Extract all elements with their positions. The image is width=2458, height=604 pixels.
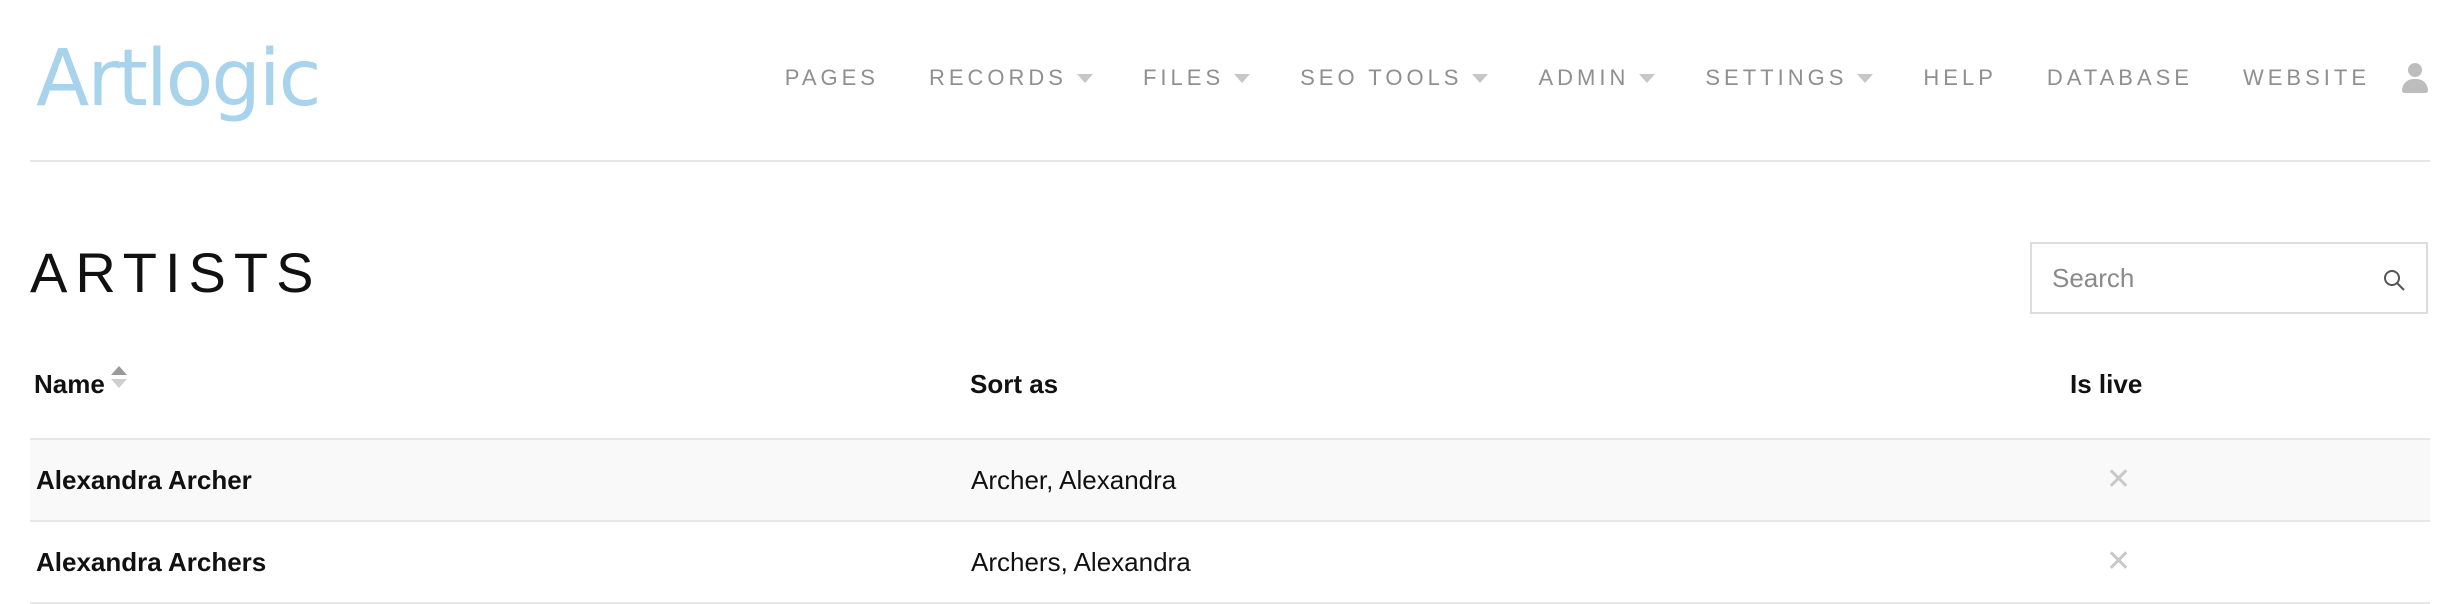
nav-label: RECORDS <box>928 65 1067 90</box>
header-divider <box>30 160 2430 162</box>
top-bar: Artlogic PAGES RECORDS FILES SEO TOOLS A… <box>0 0 2458 160</box>
nav-item-admin[interactable]: ADMIN <box>1538 65 1656 91</box>
nav-label: DATABASE <box>2046 65 2193 90</box>
artists-table: Name Sort as Is live Alexandra Archer Ar… <box>30 340 2430 604</box>
nav-label: HELP <box>1923 65 1997 90</box>
main-nav: PAGES RECORDS FILES SEO TOOLS ADMIN SETT… <box>735 52 2430 104</box>
search-box <box>2030 242 2428 314</box>
column-header-label: Name <box>34 369 105 399</box>
search-input[interactable] <box>2032 244 2382 312</box>
column-header-name[interactable]: Name <box>34 364 127 404</box>
user-icon-head <box>2408 63 2422 77</box>
is-live-cross-icon[interactable]: ✕ <box>2106 460 2131 500</box>
column-header-is-live[interactable]: Is live <box>2070 364 2142 404</box>
artist-name-cell[interactable]: Alexandra Archer <box>36 460 252 500</box>
nav-label: WEBSITE <box>2242 65 2370 90</box>
user-icon-body <box>2402 79 2428 93</box>
nav-item-records[interactable]: RECORDS <box>929 65 1093 91</box>
nav-item-seo-tools[interactable]: SEO TOOLS <box>1300 65 1489 91</box>
search-icon[interactable] <box>2382 268 2406 292</box>
user-icon[interactable] <box>2400 61 2430 95</box>
sort-up-icon <box>110 366 127 375</box>
nav-label: SETTINGS <box>1705 65 1848 90</box>
sort-down-icon <box>110 379 127 388</box>
artlogic-logo[interactable]: Artlogic <box>36 34 321 124</box>
nav-item-files[interactable]: FILES <box>1142 65 1251 91</box>
caret-down-icon <box>1234 73 1251 83</box>
nav-item-database[interactable]: DATABASE <box>2047 65 2193 91</box>
caret-down-icon <box>1076 73 1093 83</box>
column-header-sort-as[interactable]: Sort as <box>970 364 1058 404</box>
page-title: ARTISTS <box>30 241 322 304</box>
nav-item-pages[interactable]: PAGES <box>785 65 879 91</box>
caret-down-icon <box>1639 73 1656 83</box>
table-header: Name Sort as Is live <box>30 340 2430 440</box>
caret-down-icon <box>1857 73 1874 83</box>
nav-item-settings[interactable]: SETTINGS <box>1705 65 1874 91</box>
nav-label: SEO TOOLS <box>1300 65 1463 90</box>
nav-item-help[interactable]: HELP <box>1923 65 1996 91</box>
nav-label: PAGES <box>784 65 879 90</box>
sort-as-cell: Archers, Alexandra <box>971 547 1191 577</box>
nav-label: ADMIN <box>1538 65 1630 90</box>
artist-name-cell[interactable]: Alexandra Archers <box>36 542 266 582</box>
nav-label: FILES <box>1142 65 1225 90</box>
table-row[interactable]: Alexandra Archer Archer, Alexandra ✕ <box>30 440 2430 522</box>
sort-icon[interactable] <box>110 366 127 390</box>
is-live-cross-icon[interactable]: ✕ <box>2106 542 2131 582</box>
sort-as-cell: Archer, Alexandra <box>971 465 1177 495</box>
caret-down-icon <box>1472 73 1489 83</box>
nav-item-website[interactable]: WEBSITE <box>2243 65 2370 91</box>
